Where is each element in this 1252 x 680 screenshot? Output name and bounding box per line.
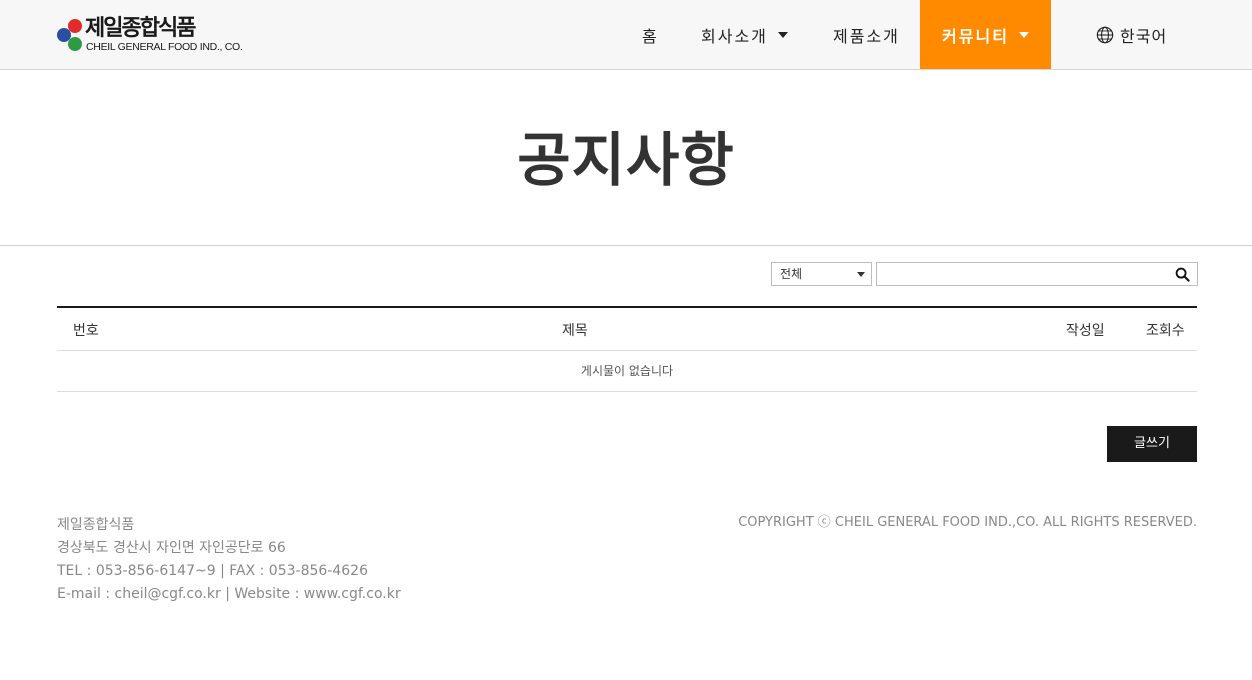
- nav-products-label: 제품소개: [833, 26, 900, 46]
- footer-address: 경상북도 경산시 자인면 자인공단로 66: [57, 540, 286, 556]
- logo-name-korean: 제일종합식품: [85, 16, 196, 41]
- search-category-select[interactable]: 전체: [771, 262, 872, 286]
- nav-community-label: 커뮤니티: [942, 26, 1009, 46]
- site-header: 제일종합식품 CHEIL GENERAL FOOD IND., CO. 홈 회사…: [0, 0, 1252, 70]
- footer-email-website: E-mail : cheil@cgf.co.kr | Website : www…: [57, 586, 401, 602]
- nav-item-products[interactable]: 제품소개: [833, 0, 900, 69]
- nav-item-community[interactable]: 커뮤니티: [920, 0, 1051, 69]
- footer-copyright: COPYRIGHT ⓒ CHEIL GENERAL FOOD IND.,CO. …: [738, 515, 1197, 530]
- table-header: 번호 제목 작성일 조회수: [57, 308, 1197, 351]
- footer-company-name: 제일종합식품: [57, 517, 135, 533]
- search-icon[interactable]: [1175, 267, 1190, 282]
- chevron-down-icon: [857, 272, 865, 277]
- search-input[interactable]: [876, 262, 1198, 286]
- footer-info: 제일종합식품 경상북도 경산시 자인면 자인공단로 66 TEL : 053-8…: [57, 514, 401, 606]
- column-header-title: 제목: [562, 323, 588, 339]
- title-divider: [0, 245, 1252, 246]
- column-header-number: 번호: [73, 323, 99, 339]
- nav-item-about[interactable]: 회사소개: [701, 0, 788, 69]
- nav-about-label: 회사소개: [701, 26, 768, 46]
- company-logo[interactable]: 제일종합식품 CHEIL GENERAL FOOD IND., CO.: [57, 17, 257, 55]
- footer-tel-fax: TEL : 053-856-6147~9 | FAX : 053-856-462…: [57, 563, 368, 579]
- column-header-date: 작성일: [1066, 323, 1105, 339]
- nav-item-home[interactable]: 홈: [642, 0, 659, 69]
- caret-down-icon: [777, 31, 788, 38]
- language-selector[interactable]: 한국어: [1096, 0, 1167, 69]
- search-category-value: 전체: [780, 267, 803, 281]
- logo-name-english: CHEIL GENERAL FOOD IND., CO.: [86, 41, 243, 53]
- write-post-button[interactable]: 글쓰기: [1107, 426, 1197, 462]
- empty-list-message: 게시물이 없습니다: [57, 351, 1197, 392]
- globe-icon: [1096, 26, 1114, 43]
- language-label: 한국어: [1120, 26, 1168, 46]
- caret-down-icon: [1018, 31, 1029, 38]
- page-title: 공지사항: [517, 126, 735, 194]
- logo-mark-icon: [57, 19, 85, 53]
- nav-home-label: 홈: [642, 26, 659, 46]
- column-header-views: 조회수: [1146, 323, 1185, 339]
